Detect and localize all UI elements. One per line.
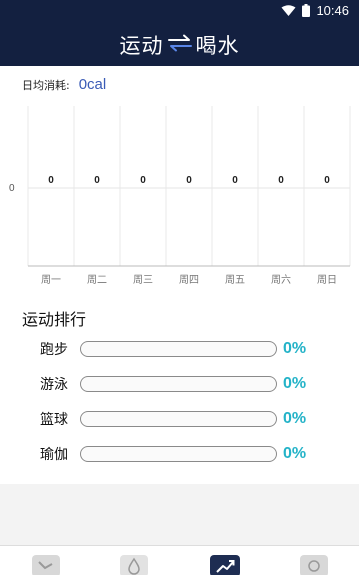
x-tick-label: 周二 [87, 274, 107, 286]
battery-icon [302, 4, 311, 17]
status-icons: 10:46 [281, 3, 349, 18]
water-drop-icon [128, 557, 140, 575]
ranking-row-swimming: 游泳 0% [40, 373, 340, 395]
bar-value-label: 0 [324, 175, 330, 186]
ranking-name: 篮球 [40, 412, 68, 428]
status-time: 10:46 [316, 3, 349, 18]
bottom-tab-bar [0, 545, 359, 575]
ranking-progress-bar [80, 411, 277, 427]
chart-trend-icon [216, 560, 235, 573]
ranking-percent: 0% [283, 340, 307, 357]
tab-profile[interactable] [300, 555, 328, 575]
bar-value-label: 0 [48, 175, 54, 186]
tab-sport[interactable] [32, 555, 60, 575]
x-tick-label: 周六 [271, 274, 291, 286]
page-title[interactable]: 运动 喝水 [0, 30, 359, 60]
ranking-percent: 0% [283, 375, 307, 392]
ranking-name: 游泳 [40, 377, 68, 393]
ranking-progress-bar [80, 376, 277, 392]
ranking-percent: 0% [283, 445, 307, 462]
ranking-title: 运动排行 [22, 310, 87, 329]
bar-value-label: 0 [186, 175, 192, 186]
ranking-row-yoga: 瑜伽 0% [40, 443, 340, 465]
ranking-row-basketball: 篮球 0% [40, 408, 340, 430]
status-bar: 10:46 [0, 0, 359, 24]
x-tick-label: 周四 [179, 274, 199, 286]
x-tick-label: 周五 [225, 274, 245, 286]
x-tick-label: 周一 [41, 274, 61, 286]
ranking-percent: 0% [283, 410, 307, 427]
title-sport: 运动 [119, 34, 164, 58]
weekly-chart: 0 周一 0 周二 0 周三 0 周四 0 周五 0 周六 0 周日 [27, 106, 351, 286]
x-tick-label: 周日 [317, 274, 337, 286]
app-header: 运动 喝水 [0, 24, 359, 66]
bar-value-label: 0 [140, 175, 146, 186]
tab-statistics[interactable] [210, 555, 240, 575]
main-content: 日均消耗: 0cal 0 0 周一 0 周二 0 周三 0 周四 0 周五 0 周六 0 周日 运动排行 … [0, 66, 359, 484]
ranking-name: 跑步 [40, 342, 68, 358]
ranking-name: 瑜伽 [40, 447, 68, 463]
ranking-progress-bar [80, 446, 277, 462]
sport-shoe-icon [38, 561, 53, 570]
bar-value-label: 0 [94, 175, 100, 186]
bar-value-label: 0 [232, 175, 238, 186]
profile-icon [308, 560, 320, 572]
x-tick-label: 周三 [133, 274, 153, 286]
bar-value-label: 0 [278, 175, 284, 186]
title-water: 喝水 [195, 34, 240, 58]
ranking-row-running: 跑步 0% [40, 338, 340, 360]
tab-water[interactable] [120, 555, 148, 575]
ranking-progress-bar [80, 341, 277, 357]
wifi-icon [281, 4, 296, 16]
swap-arrows-icon[interactable] [167, 33, 193, 57]
